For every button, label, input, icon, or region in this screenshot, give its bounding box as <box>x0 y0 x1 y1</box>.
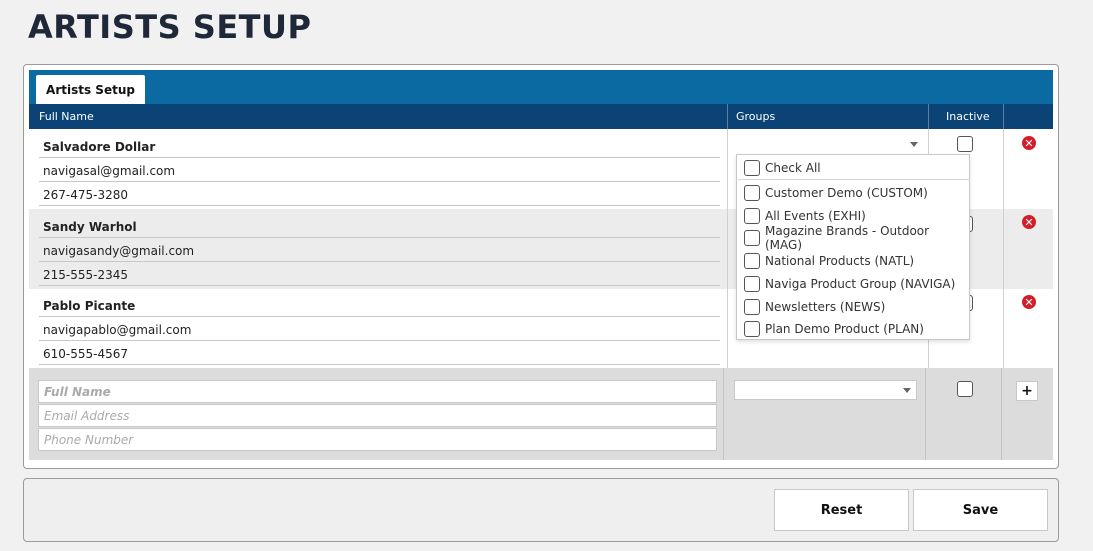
group-option[interactable]: Magazine Brands - Outdoor (MAG) <box>744 224 969 252</box>
reset-button[interactable]: Reset <box>774 489 909 531</box>
groups-select[interactable] <box>733 134 924 154</box>
checkbox[interactable] <box>744 230 760 246</box>
phone-input[interactable]: Phone Number <box>38 428 717 451</box>
x-circle-icon[interactable]: ✕ <box>1022 295 1036 309</box>
full-name-input[interactable]: Full Name <box>38 380 717 403</box>
artist-phone[interactable]: 267-475-3280 <box>43 188 128 202</box>
group-option[interactable]: All Events (EXHI) <box>744 206 866 226</box>
group-option[interactable]: National Products (NATL) <box>744 251 914 271</box>
column-header-inactive: Inactive <box>946 110 990 123</box>
artist-email[interactable]: navigapablo@gmail.com <box>43 323 191 337</box>
new-groups-select[interactable] <box>734 380 917 400</box>
page-title: ARTISTS SETUP <box>28 8 312 46</box>
artist-email[interactable]: navigasal@gmail.com <box>43 164 175 178</box>
column-header-full-name: Full Name <box>39 110 94 123</box>
artist-phone[interactable]: 215-555-2345 <box>43 268 128 282</box>
checkbox[interactable] <box>744 208 760 224</box>
group-option[interactable]: Plan Demo Product (PLAN) <box>744 319 924 339</box>
check-all-option[interactable]: Check All <box>744 158 821 178</box>
group-option[interactable]: Customer Demo (CUSTOM) <box>744 183 928 203</box>
grid-header: Full Name Groups Inactive <box>29 104 1053 129</box>
checkbox[interactable] <box>744 321 760 337</box>
new-artist-row: Full Name Email Address Phone Number + <box>29 368 1053 460</box>
group-option[interactable]: Newsletters (NEWS) <box>744 297 885 317</box>
checkbox[interactable] <box>744 299 760 315</box>
plus-icon: + <box>1021 383 1033 399</box>
artist-name[interactable]: Sandy Warhol <box>43 220 137 234</box>
save-button[interactable]: Save <box>913 489 1048 531</box>
checkbox[interactable] <box>744 160 760 176</box>
email-input[interactable]: Email Address <box>38 404 717 427</box>
artist-name[interactable]: Pablo Picante <box>43 299 135 313</box>
tab-artists-setup[interactable]: Artists Setup <box>36 75 145 104</box>
checkbox[interactable] <box>744 185 760 201</box>
chevron-down-icon <box>903 388 911 393</box>
inactive-checkbox[interactable] <box>957 136 973 152</box>
artist-phone[interactable]: 610-555-4567 <box>43 347 128 361</box>
chevron-down-icon <box>910 142 918 147</box>
footer-panel: Reset Save <box>23 478 1059 542</box>
artist-email[interactable]: navigasandy@gmail.com <box>43 244 194 258</box>
group-option[interactable]: Naviga Product Group (NAVIGA) <box>744 274 955 294</box>
add-artist-button[interactable]: + <box>1016 381 1038 401</box>
x-circle-icon[interactable]: ✕ <box>1022 136 1036 150</box>
new-inactive-checkbox[interactable] <box>957 381 973 397</box>
checkbox[interactable] <box>744 276 760 292</box>
column-header-groups: Groups <box>736 110 776 123</box>
tab-bar: Artists Setup <box>29 70 1053 104</box>
artist-name[interactable]: Salvadore Dollar <box>43 140 155 154</box>
x-circle-icon[interactable]: ✕ <box>1022 215 1036 229</box>
checkbox[interactable] <box>744 253 760 269</box>
groups-dropdown: Check All Customer Demo (CUSTOM) All Eve… <box>736 154 970 340</box>
